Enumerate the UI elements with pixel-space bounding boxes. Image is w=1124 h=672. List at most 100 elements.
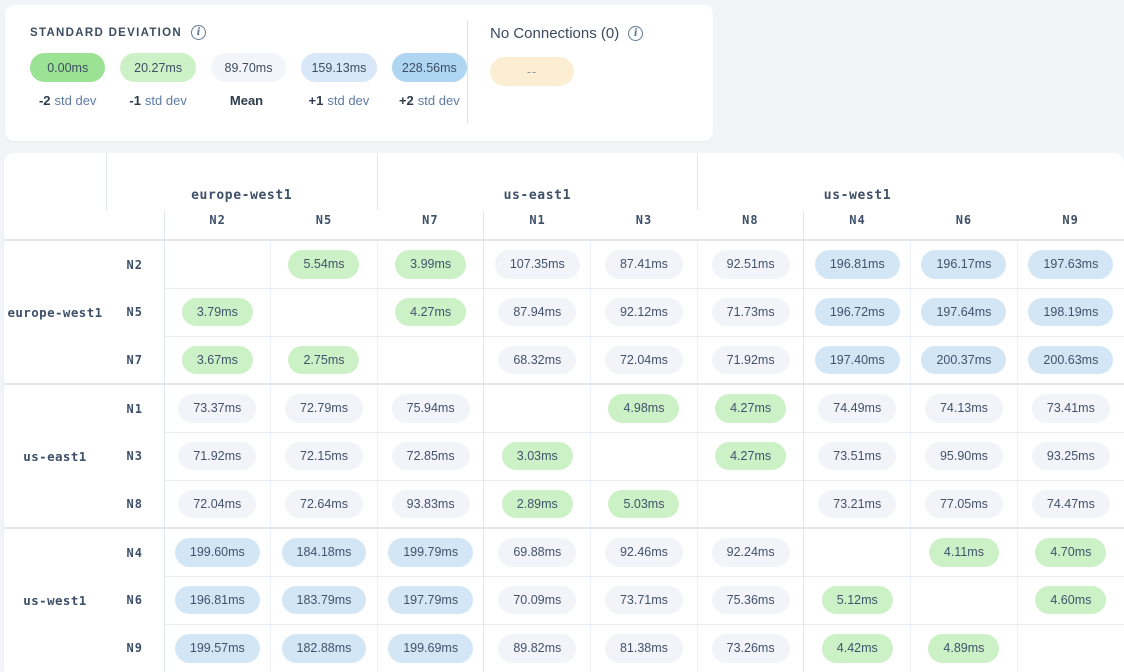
latency-cell-pill[interactable]: 197.79ms [388,586,473,615]
latency-cell-pill[interactable]: 72.04ms [605,346,683,375]
latency-cell-pill[interactable]: 2.75ms [288,346,359,375]
latency-cell-pill[interactable]: 72.04ms [178,490,256,519]
latency-cell-pill[interactable]: 4.42ms [822,634,893,663]
latency-cell: 199.60ms [164,528,271,576]
latency-cell-pill[interactable]: 196.81ms [175,586,260,615]
latency-cell-pill[interactable]: 200.63ms [1028,346,1113,375]
latency-cell-pill[interactable]: 4.98ms [608,394,679,423]
latency-cell-pill[interactable]: 72.64ms [285,490,363,519]
latency-cell-pill[interactable]: 199.57ms [175,634,260,663]
latency-cell-pill[interactable]: 89.82ms [498,634,576,663]
latency-cell-pill[interactable]: 75.36ms [712,586,790,615]
latency-cell-pill[interactable]: 72.85ms [392,442,470,471]
latency-cell-pill[interactable]: 183.79ms [282,586,367,615]
latency-cell-pill[interactable]: 73.71ms [605,586,683,615]
latency-cell-pill[interactable]: 199.69ms [388,634,473,663]
latency-cell-pill[interactable]: 95.90ms [925,442,1003,471]
empty-cell [697,480,804,528]
latency-cell-pill[interactable]: 197.64ms [921,298,1006,327]
latency-cell-pill[interactable]: 73.41ms [1032,394,1110,423]
latency-cell-pill[interactable]: 200.37ms [921,346,1006,375]
latency-cell-pill[interactable]: 87.41ms [605,250,683,279]
latency-cell-pill[interactable]: 92.46ms [605,538,683,567]
latency-cell-pill[interactable]: 93.83ms [392,490,470,519]
latency-cell-pill[interactable]: 77.05ms [925,490,1003,519]
table-row: N872.04ms72.64ms93.83ms2.89ms5.03ms73.21… [4,480,1124,528]
latency-cell-pill[interactable]: 73.37ms [178,394,256,423]
latency-cell-pill[interactable]: 197.63ms [1028,250,1113,279]
latency-cell-pill[interactable]: 75.94ms [392,394,470,423]
latency-cell-pill[interactable]: 196.81ms [815,250,900,279]
legend-pill-minus1: 20.27ms [120,53,195,82]
table-row: N73.67ms2.75ms68.32ms72.04ms71.92ms197.4… [4,336,1124,384]
latency-cell-pill[interactable]: 73.26ms [712,634,790,663]
no-connections-title: No Connections (0) [490,25,619,42]
info-icon[interactable]: i [191,25,206,40]
latency-cell-pill[interactable]: 4.27ms [395,298,466,327]
latency-cell-pill[interactable]: 3.99ms [395,250,466,279]
latency-cell: 4.98ms [591,384,698,432]
info-icon[interactable]: i [628,26,643,41]
latency-cell-pill[interactable]: 3.03ms [502,442,573,471]
latency-cell-pill[interactable]: 199.60ms [175,538,260,567]
latency-cell-pill[interactable]: 3.67ms [182,346,253,375]
latency-cell-pill[interactable]: 4.70ms [1035,538,1106,567]
corner-cell [4,153,106,210]
latency-cell: 2.75ms [271,336,378,384]
latency-cell-pill[interactable]: 196.17ms [921,250,1006,279]
latency-cell-pill[interactable]: 4.27ms [715,442,786,471]
latency-cell-pill[interactable]: 4.27ms [715,394,786,423]
latency-cell-pill[interactable]: 71.73ms [712,298,790,327]
legend-label-minus1: -1std dev [120,93,195,108]
latency-cell-pill[interactable]: 182.88ms [282,634,367,663]
latency-cell: 92.46ms [591,528,698,576]
latency-cell-pill[interactable]: 72.15ms [285,442,363,471]
latency-cell-pill[interactable]: 87.94ms [498,298,576,327]
latency-cell: 77.05ms [911,480,1018,528]
legend-label-plus2: +2std dev [392,93,467,108]
latency-cell: 74.13ms [911,384,1018,432]
latency-cell-pill[interactable]: 73.51ms [818,442,896,471]
latency-cell-pill[interactable]: 4.89ms [928,634,999,663]
latency-cell-pill[interactable]: 2.89ms [502,490,573,519]
latency-cell-pill[interactable]: 68.32ms [498,346,576,375]
latency-cell-pill[interactable]: 4.11ms [929,538,999,567]
latency-cell-pill[interactable]: 196.72ms [815,298,900,327]
row-header-node: N3 [106,432,164,480]
latency-cell-pill[interactable]: 71.92ms [178,442,256,471]
legend-pill-minus2: 0.00ms [30,53,105,82]
table-row: N3 71.92ms 72.15ms 72.85ms 3.03ms 4.27ms 73.51… [4,432,1124,480]
latency-cell: 72.15ms [271,432,378,480]
latency-cell: 72.04ms [591,336,698,384]
latency-cell-pill[interactable]: 92.24ms [712,538,790,567]
latency-cell-pill[interactable]: 70.09ms [498,586,576,615]
latency-cell: 200.37ms [911,336,1018,384]
latency-cell-pill[interactable]: 74.49ms [818,394,896,423]
latency-cell-pill[interactable]: 198.19ms [1028,298,1113,327]
latency-cell-pill[interactable]: 74.13ms [925,394,1003,423]
latency-cell-pill[interactable]: 93.25ms [1032,442,1110,471]
latency-cell-pill[interactable]: 199.79ms [388,538,473,567]
latency-cell: 92.51ms [697,240,804,288]
latency-cell: 74.47ms [1017,480,1124,528]
latency-cell-pill[interactable]: 74.47ms [1032,490,1110,519]
latency-cell-pill[interactable]: 71.92ms [712,346,790,375]
latency-cell-pill[interactable]: 73.21ms [818,490,896,519]
latency-cell-pill[interactable]: 81.38ms [605,634,683,663]
table-row: us-west1N4199.60ms184.18ms199.79ms69.88m… [4,528,1124,576]
latency-cell-pill[interactable]: 5.54ms [288,250,359,279]
latency-cell-pill[interactable]: 4.60ms [1035,586,1106,615]
latency-cell-pill[interactable]: 3.79ms [182,298,253,327]
latency-cell-pill[interactable]: 5.12ms [822,586,893,615]
row-header-node: N4 [106,528,164,576]
latency-cell-pill[interactable]: 5.03ms [608,490,679,519]
latency-cell-pill[interactable]: 107.35ms [495,250,580,279]
latency-cell: 196.72ms [804,288,911,336]
latency-cell-pill[interactable]: 72.79ms [285,394,363,423]
latency-cell-pill[interactable]: 69.88ms [498,538,576,567]
empty-cell [591,432,698,480]
latency-cell-pill[interactable]: 197.40ms [815,346,900,375]
latency-cell-pill[interactable]: 92.12ms [605,298,683,327]
latency-cell-pill[interactable]: 92.51ms [712,250,790,279]
latency-cell-pill[interactable]: 184.18ms [282,538,367,567]
